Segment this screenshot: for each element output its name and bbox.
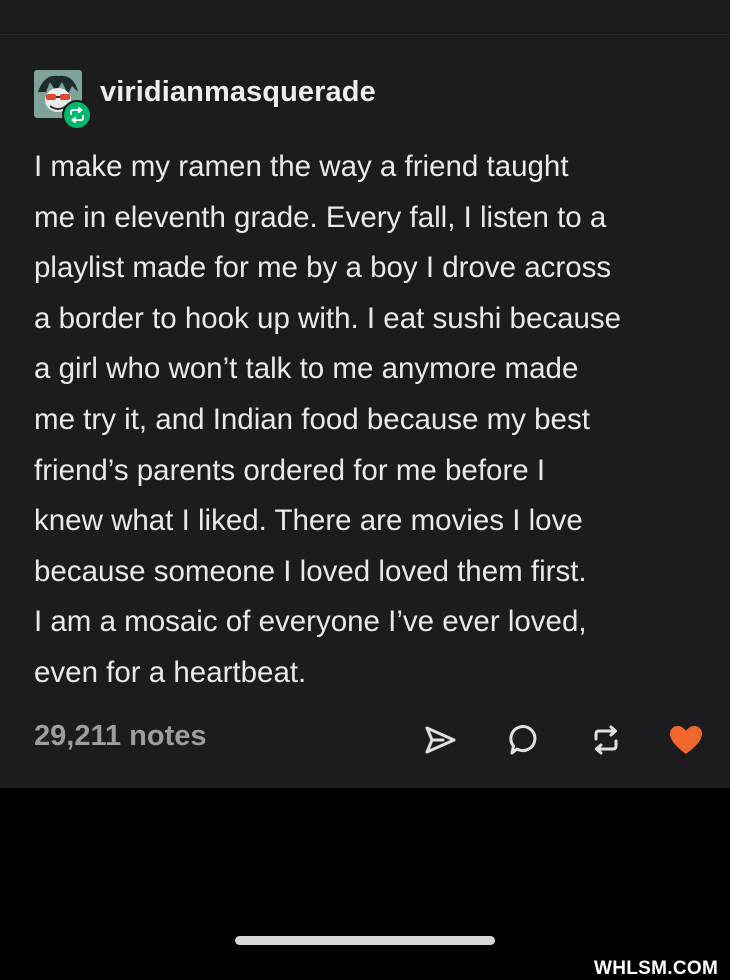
post-body-line: because someone I loved loved them first… <box>34 554 587 588</box>
watermark: WHLSM.COM <box>594 958 719 979</box>
heart-icon <box>670 726 702 754</box>
post-body-line: I make my ramen the way a friend taught <box>34 150 569 183</box>
post-body: I make my ramen the way a friend taught … <box>34 142 724 699</box>
divider <box>0 34 730 35</box>
like-button[interactable] <box>664 718 708 762</box>
reblog-badge <box>62 100 92 130</box>
reply-button[interactable] <box>502 718 546 762</box>
share-button[interactable] <box>418 718 462 762</box>
reblog-icon <box>594 725 618 755</box>
post-body-line: playlist made for me by a boy I drove ac… <box>34 251 612 285</box>
post-body-line: I am a mosaic of everyone I’ve ever love… <box>34 605 587 639</box>
reblog-badge-icon <box>64 102 90 128</box>
post-body-line: even for a heartbeat. <box>34 655 307 689</box>
share-icon <box>425 726 456 754</box>
post-body-line: a girl who won’t talk to me anymore made <box>34 352 579 386</box>
reply-icon <box>509 725 537 755</box>
reblog-button[interactable] <box>584 718 628 762</box>
home-indicator[interactable] <box>235 936 495 945</box>
post-username[interactable]: viridianmasquerade <box>100 76 376 109</box>
post-body-line: a border to hook up with. I eat sushi be… <box>34 301 622 335</box>
tumblr-post: viridianmasquerade I make my ramen the w… <box>0 0 730 788</box>
notes-count[interactable]: 29,211 notes <box>34 720 207 753</box>
post-body-line: friend’s parents ordered for me before I <box>34 453 546 487</box>
post-body-line: knew what I liked. There are movies I lo… <box>34 504 583 538</box>
post-body-line: me in eleventh grade. Every fall, I list… <box>34 200 607 234</box>
post-body-line: me try it, and Indian food because my be… <box>34 402 590 436</box>
